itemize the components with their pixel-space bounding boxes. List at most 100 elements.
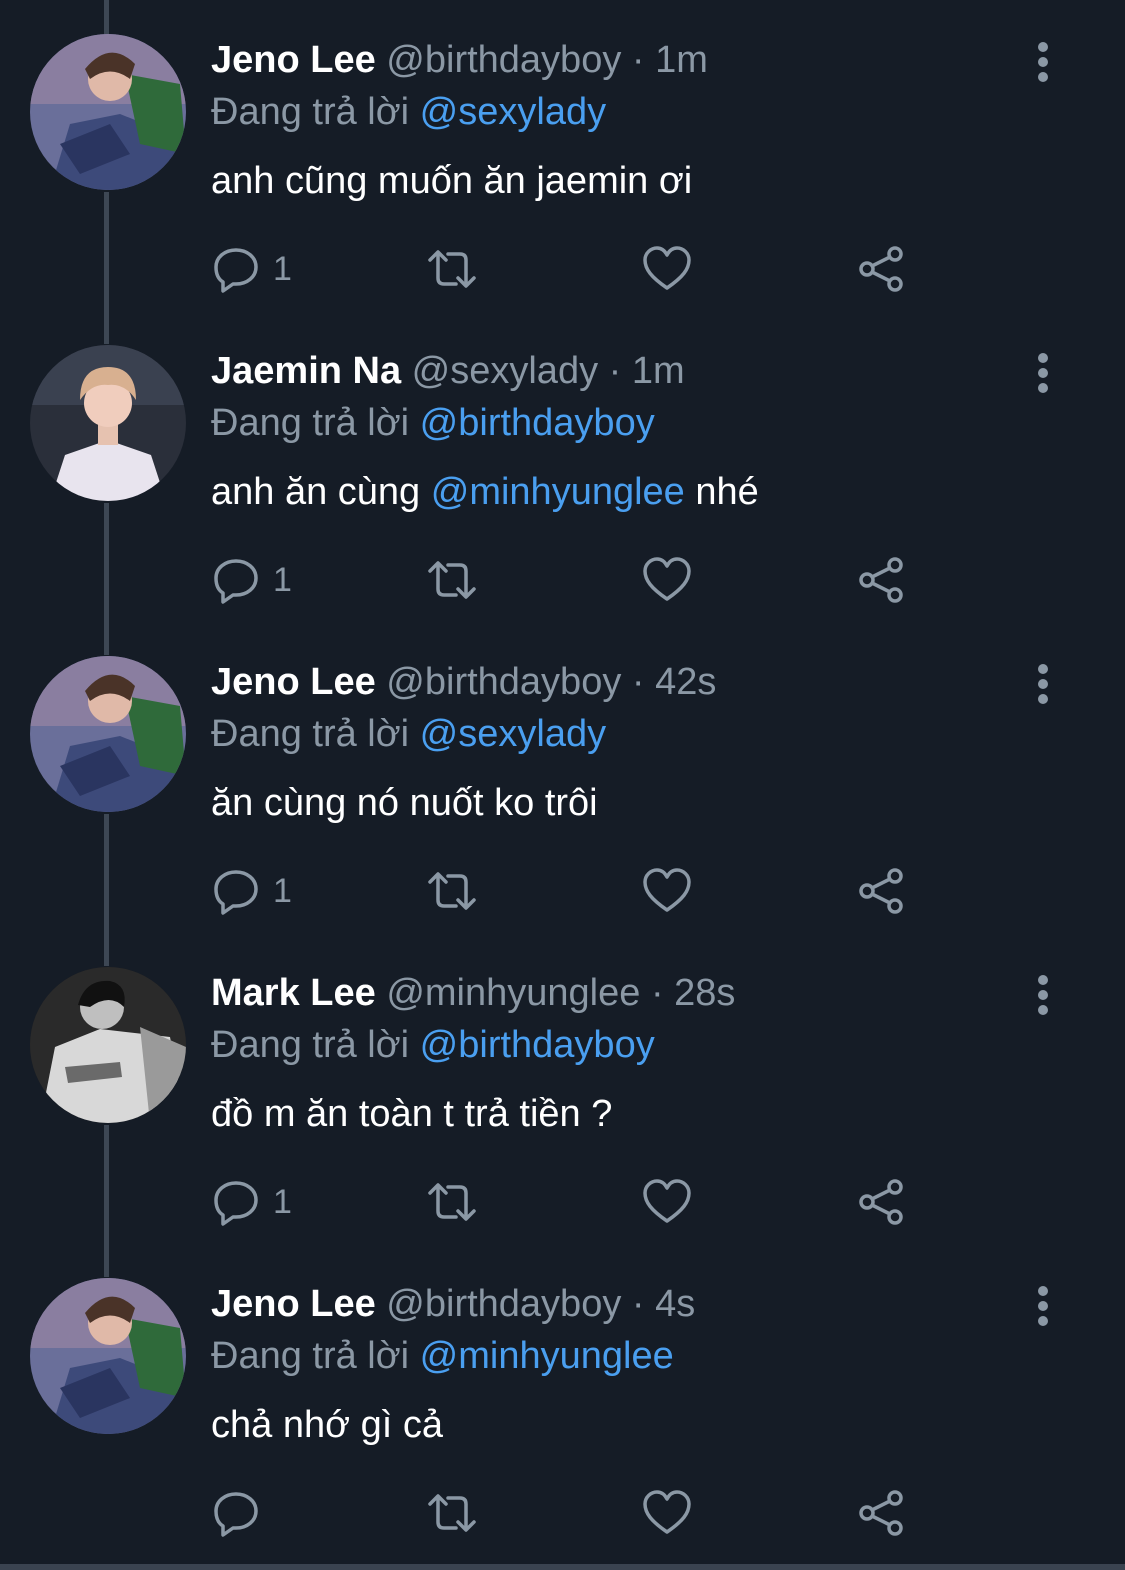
tweet-text-part: nhé [684,471,759,513]
retweet-button[interactable] [424,1488,480,1538]
reply-button[interactable]: 1 [211,866,292,916]
more-vertical-icon[interactable] [1030,662,1056,706]
like-button[interactable] [641,866,693,916]
more-vertical-icon[interactable] [1030,351,1056,395]
share-icon [859,557,903,603]
replying-label: Đang trả lời [211,402,410,444]
tweet-text-part: ăn cùng nó nuốt ko trôi [211,782,598,824]
tweet-text: chả nhớ gì cả [211,1400,443,1450]
avatar-mark[interactable] [30,967,186,1123]
tweet[interactable]: Jeno Lee @birthdayboy · 42s Đang trả lời… [0,622,1125,933]
tweet-header: Jeno Lee @birthdayboy · 1m [211,36,708,84]
display-name[interactable]: Jeno Lee [211,661,376,703]
username[interactable]: @birthdayboy [386,39,621,81]
replying-mention[interactable]: @sexylady [420,713,606,755]
share-button[interactable] [857,866,907,916]
share-button[interactable] [857,555,907,605]
avatar-image [30,967,186,1123]
more-vertical-icon[interactable] [1030,1284,1056,1328]
username[interactable]: @sexylady [412,350,598,392]
retweet-button[interactable] [424,244,480,294]
retweet-icon [428,561,476,599]
display-name[interactable]: Jaemin Na [211,350,401,392]
replying-to: Đang trả lời @minhyunglee [211,1332,674,1380]
separator-dot: · [631,1283,645,1325]
tweet-text: đồ m ăn toàn t trả tiền ? [211,1089,612,1139]
share-button[interactable] [857,1177,907,1227]
timestamp[interactable]: 28s [674,972,735,1014]
heart-icon [643,246,691,290]
replying-mention[interactable]: @sexylady [420,91,606,133]
share-icon [859,1490,903,1536]
reply-count: 1 [273,871,292,910]
replying-label: Đang trả lời [211,713,410,755]
tweet[interactable]: Jaemin Na @sexylady · 1m Đang trả lời @b… [0,311,1125,622]
retweet-button[interactable] [424,1177,480,1227]
tweet-actions: 1 [211,555,931,605]
reply-button[interactable]: 1 [211,1177,292,1227]
share-icon [859,868,903,914]
heart-icon [643,868,691,912]
retweet-icon [428,1494,476,1532]
tweet[interactable]: Jeno Lee @birthdayboy · 1m Đang trả lời … [0,0,1125,311]
timestamp[interactable]: 1m [632,350,685,392]
tweet-text-part: đồ m ăn toàn t trả tiền ? [211,1093,613,1135]
avatar-jaemin[interactable] [30,345,186,501]
like-button[interactable] [641,244,693,294]
share-icon [859,1179,903,1225]
like-button[interactable] [641,1177,693,1227]
reply-bubble-icon [214,1492,258,1537]
separator-dot: · [608,350,622,392]
tweet[interactable]: Jeno Lee @birthdayboy · 4s Đang trả lời … [0,1244,1125,1555]
display-name[interactable]: Jeno Lee [211,1283,376,1325]
reply-bubble-icon [214,1181,258,1226]
more-vertical-icon[interactable] [1030,40,1056,84]
share-button[interactable] [857,1488,907,1538]
tweet-actions [211,1488,931,1538]
username[interactable]: @birthdayboy [386,1283,621,1325]
tweet[interactable]: Mark Lee @minhyunglee · 28s Đang trả lời… [0,933,1125,1244]
heart-icon [643,1490,691,1534]
avatar-jeno[interactable] [30,1278,186,1434]
tweet-actions: 1 [211,244,931,294]
heart-icon [643,557,691,601]
more-vertical-icon[interactable] [1030,973,1056,1017]
display-name[interactable]: Jeno Lee [211,39,376,81]
like-button[interactable] [641,1488,693,1538]
reply-button[interactable] [211,1488,273,1538]
reply-button[interactable]: 1 [211,555,292,605]
reply-bubble-icon [214,870,258,915]
tweet-header: Jeno Lee @birthdayboy · 42s [211,658,716,706]
reply-button[interactable]: 1 [211,244,292,294]
replying-label: Đang trả lời [211,91,410,133]
replying-mention[interactable]: @birthdayboy [420,402,655,444]
reply-count: 1 [273,560,292,599]
separator-dot: · [650,972,664,1014]
replying-to: Đang trả lời @birthdayboy [211,399,655,447]
replying-mention[interactable]: @birthdayboy [420,1024,655,1066]
timestamp[interactable]: 4s [655,1283,695,1325]
tweet-text-part: chả nhớ gì cả [211,1404,443,1446]
like-button[interactable] [641,555,693,605]
tweet-header: Jeno Lee @birthdayboy · 4s [211,1280,695,1328]
avatar-jeno[interactable] [30,34,186,190]
retweet-button[interactable] [424,866,480,916]
reply-bubble-icon [214,559,258,604]
timestamp[interactable]: 1m [655,39,708,81]
username[interactable]: @minhyunglee [386,972,640,1014]
separator-dot: · [631,39,645,81]
retweet-icon [428,250,476,288]
replying-mention[interactable]: @minhyunglee [420,1335,674,1377]
avatar-jeno[interactable] [30,656,186,812]
tweet-text-mention[interactable]: @minhyunglee [431,471,685,513]
retweet-button[interactable] [424,555,480,605]
tweet-thread: Jeno Lee @birthdayboy · 1m Đang trả lời … [0,0,1125,1570]
tweet-header: Jaemin Na @sexylady · 1m [211,347,685,395]
display-name[interactable]: Mark Lee [211,972,376,1014]
separator-dot: · [631,661,645,703]
username[interactable]: @birthdayboy [386,661,621,703]
timestamp[interactable]: 42s [655,661,716,703]
share-button[interactable] [857,244,907,294]
tweet-text-part: anh ăn cùng [211,471,431,513]
reply-count: 1 [273,1182,292,1221]
